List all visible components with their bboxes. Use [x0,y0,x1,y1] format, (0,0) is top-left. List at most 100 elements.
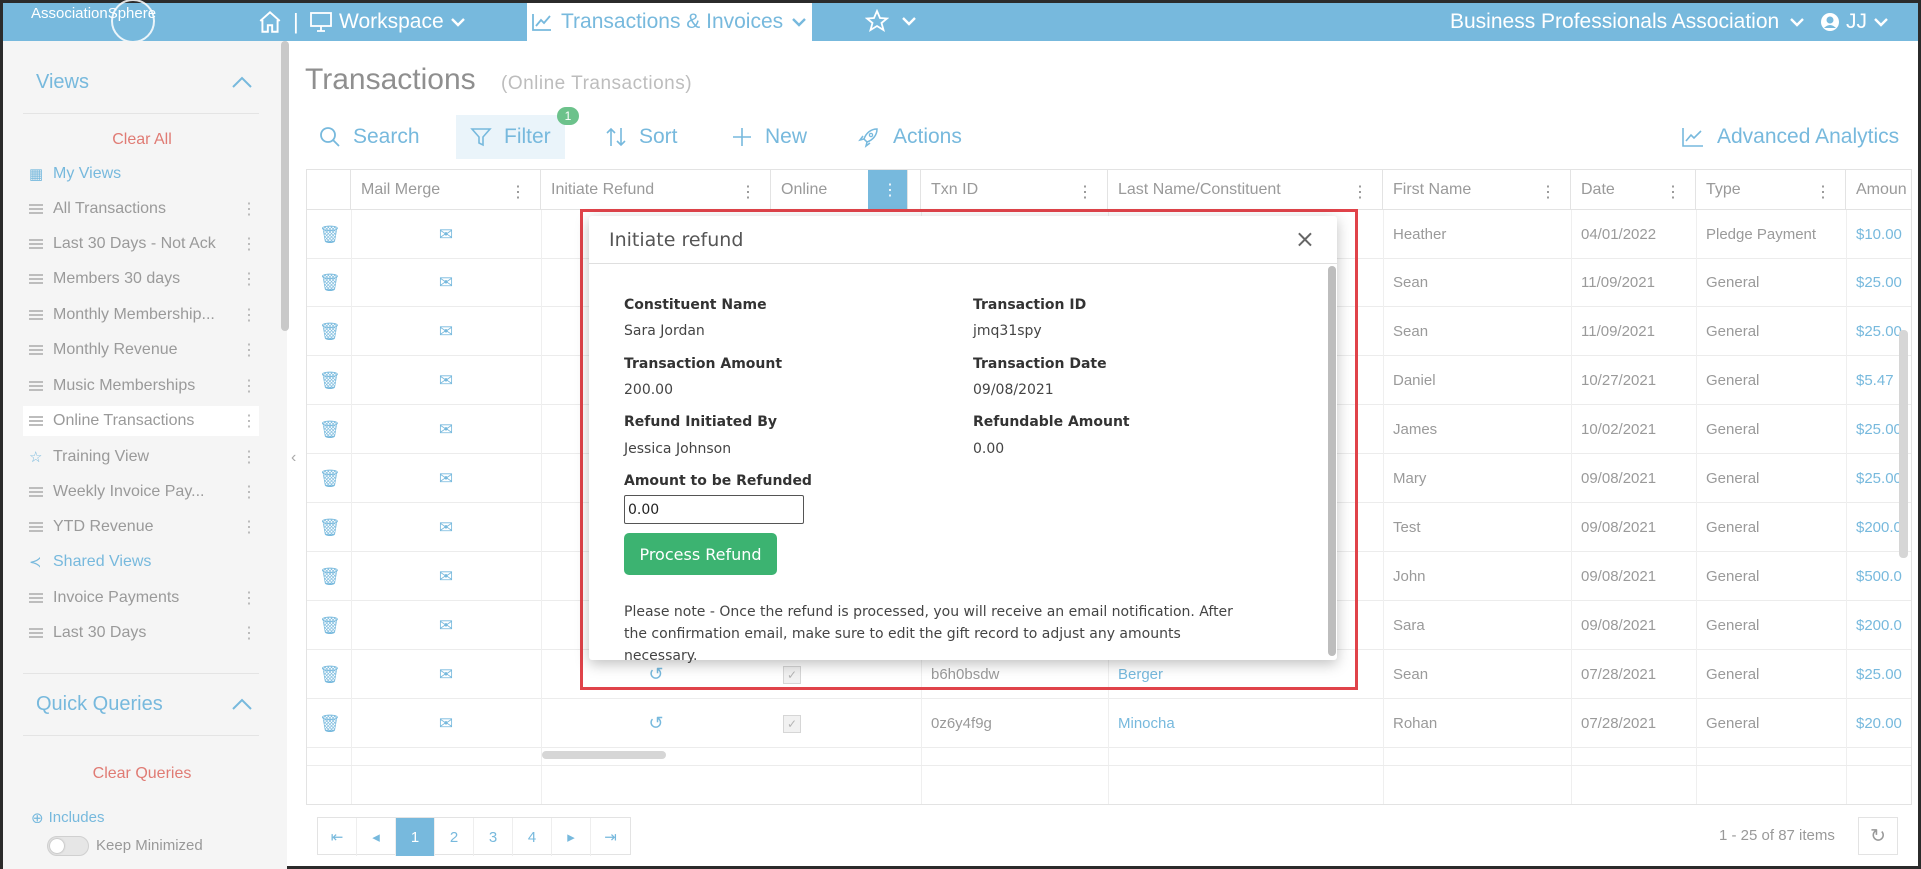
delete-cell[interactable]: 🗑 [307,552,351,601]
grid-vertical-scrollbar[interactable] [1899,330,1908,558]
column-menu-icon[interactable]: ⋮ [1077,182,1093,202]
sort-button[interactable]: Sort [605,115,678,159]
delete-cell[interactable]: 🗑 [307,258,351,307]
header-amount[interactable]: Amoun [1846,170,1911,210]
more-vertical-icon[interactable]: ⋮ [241,340,257,360]
table-row[interactable]: 🗑 ✉ ↺ ✓ 0z6y4f9g Minocha Rohan 07/28/2021 Genera… [307,699,1911,748]
sidebar-item-my-views[interactable]: ▦ My Views [23,159,259,189]
amount-link[interactable]: $25.00 [1846,650,1911,699]
refund-icon[interactable]: ↺ [648,713,663,734]
mail-icon[interactable]: ✉ [439,273,453,293]
more-vertical-icon[interactable]: ⋮ [241,482,257,502]
trash-icon[interactable]: 🗑 [319,714,341,734]
mail-merge-cell[interactable]: ✉ [351,503,541,552]
sidebar-item-all-transactions[interactable]: All Transactions ⋮ [23,194,259,224]
page-3-button[interactable]: 3 [474,818,513,856]
column-menu-icon[interactable]: ⋮ [1540,182,1556,202]
mail-icon[interactable]: ✉ [439,616,453,636]
sidebar-item-training-view[interactable]: ☆ Training View ⋮ [23,442,259,472]
online-column-menu[interactable]: ⋮ [868,170,908,210]
favorites-menu[interactable] [865,9,917,33]
sidebar-item-invoice-payments[interactable]: Invoice Payments ⋮ [23,583,259,613]
mail-merge-cell[interactable]: ✉ [351,307,541,356]
grid-horizontal-scrollbar[interactable] [542,751,666,759]
close-icon[interactable]: × [1295,225,1315,253]
column-menu-icon[interactable]: ⋮ [740,182,756,202]
mail-icon[interactable]: ✉ [439,371,453,391]
more-vertical-icon[interactable]: ⋮ [241,234,257,254]
delete-cell[interactable]: 🗑 [307,307,351,356]
trash-icon[interactable]: 🗑 [319,665,341,685]
clear-all-link[interactable]: Clear All [3,131,281,149]
mail-merge-cell[interactable]: ✉ [351,454,541,503]
mail-merge-cell[interactable]: ✉ [351,699,541,748]
chevron-up-icon[interactable] [231,697,253,711]
sidebar-item-ytd-revenue[interactable]: YTD Revenue ⋮ [23,512,259,542]
column-menu-icon[interactable]: ⋮ [1352,182,1368,202]
drag-handle-icon[interactable] [29,204,43,214]
mail-icon[interactable]: ✉ [439,714,453,734]
more-vertical-icon[interactable]: ⋮ [241,517,257,537]
drag-handle-icon[interactable] [29,239,43,249]
more-vertical-icon[interactable]: ⋮ [241,269,257,289]
home-icon[interactable] [257,9,283,35]
sidebar-item-shared-views[interactable]: ≺ Shared Views [23,547,259,577]
mail-merge-cell[interactable]: ✉ [351,356,541,405]
last-name-link[interactable]: Minocha [1108,699,1383,748]
trash-icon[interactable]: 🗑 [319,322,341,342]
last-page-button[interactable]: ⇥ [591,818,630,856]
delete-cell[interactable]: 🗑 [307,503,351,552]
sidebar-item-monthly-revenue[interactable]: Monthly Revenue ⋮ [23,335,259,365]
drag-handle-icon[interactable] [29,310,43,320]
more-vertical-icon[interactable]: ⋮ [241,447,257,467]
chevron-up-icon[interactable] [231,75,253,89]
delete-cell[interactable]: 🗑 [307,356,351,405]
drag-handle-icon[interactable] [29,274,43,284]
sidebar-item-weekly-invoice-pay[interactable]: Weekly Invoice Pay... ⋮ [23,477,259,507]
mail-merge-cell[interactable]: ✉ [351,258,541,307]
page-4-button[interactable]: 4 [513,818,552,856]
amount-link[interactable]: $20.00 [1846,699,1911,748]
sidebar-item-last-30-days-not-ack[interactable]: Last 30 Days - Not Ack ⋮ [23,229,259,259]
amount-link[interactable]: $500.0 [1846,552,1911,601]
more-vertical-icon[interactable]: ⋮ [241,199,257,219]
views-heading[interactable]: Views [36,71,89,94]
header-initiate-refund[interactable]: Initiate Refund ⋮ [541,170,771,210]
trash-icon[interactable]: 🗑 [319,567,341,587]
sidebar-item-music-memberships[interactable]: Music Memberships ⋮ [23,371,259,401]
delete-cell[interactable]: 🗑 [307,650,351,699]
mail-merge-cell[interactable]: ✉ [351,601,541,650]
app-logo[interactable]: AssociationSphere [31,0,156,43]
mail-merge-cell[interactable]: ✉ [351,405,541,454]
sidebar-item-online-transactions[interactable]: Online Transactions ⋮ [23,406,259,436]
star-icon[interactable]: ☆ [29,448,47,466]
drag-handle-icon[interactable] [29,416,43,426]
drag-handle-icon[interactable] [29,381,43,391]
includes-link[interactable]: ⊕ Includes [31,809,104,823]
prev-page-button[interactable]: ◂ [357,818,396,856]
header-date[interactable]: Date ⋮ [1571,170,1696,210]
quick-queries-heading[interactable]: Quick Queries [36,693,163,716]
trash-icon[interactable]: 🗑 [319,225,341,245]
initiate-refund-cell[interactable]: ↺ [541,699,771,748]
sidebar-scrollbar[interactable] [281,41,289,331]
column-menu-icon[interactable]: ⋮ [1665,182,1681,202]
delete-cell[interactable]: 🗑 [307,210,351,259]
mail-merge-cell[interactable]: ✉ [351,552,541,601]
header-mail-merge[interactable]: Mail Merge ⋮ [351,170,541,210]
more-vertical-icon[interactable]: ⋮ [241,588,257,608]
delete-cell[interactable]: 🗑 [307,601,351,650]
mail-icon[interactable]: ✉ [439,567,453,587]
more-vertical-icon[interactable]: ⋮ [241,376,257,396]
header-txn-id[interactable]: Txn ID ⋮ [921,170,1108,210]
advanced-analytics-button[interactable]: Advanced Analytics [1681,115,1899,159]
drag-handle-icon[interactable] [29,345,43,355]
user-menu[interactable]: JJ [1820,7,1889,37]
mail-merge-cell[interactable]: ✉ [351,650,541,699]
mail-icon[interactable]: ✉ [439,225,453,245]
sidebar-item-last-30-days[interactable]: Last 30 Days ⋮ [23,618,259,648]
mail-icon[interactable]: ✉ [439,469,453,489]
page-2-button[interactable]: 2 [435,818,474,856]
column-menu-icon[interactable]: ⋮ [510,182,526,202]
search-button[interactable]: Search [319,115,420,159]
